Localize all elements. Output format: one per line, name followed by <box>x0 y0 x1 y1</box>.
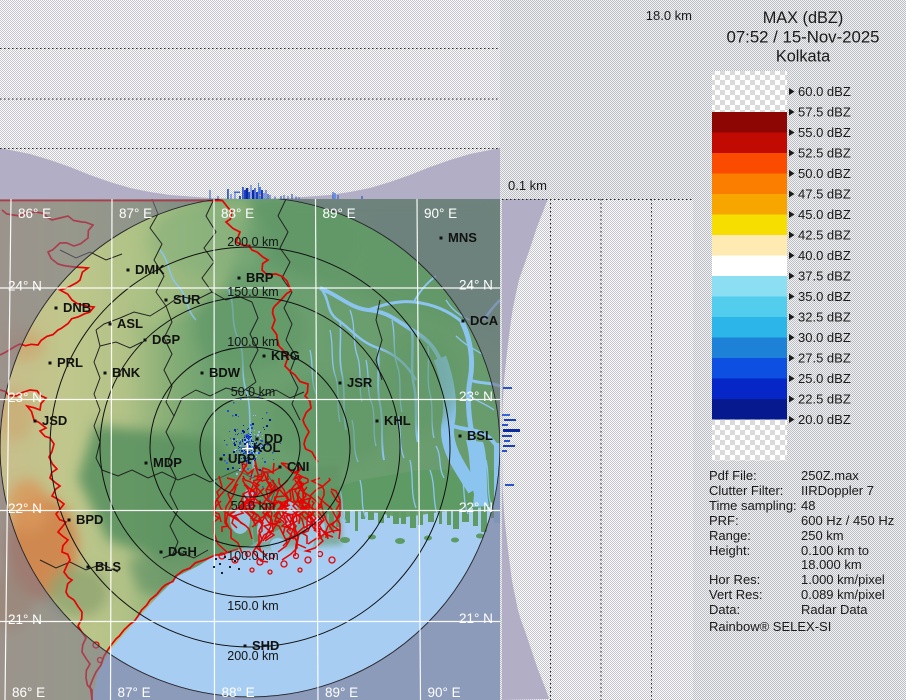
svg-text:22° N: 22° N <box>8 501 42 516</box>
svg-text:PRL: PRL <box>57 355 83 370</box>
svg-text:DMK: DMK <box>135 262 165 277</box>
svg-text:BLS: BLS <box>95 559 121 574</box>
svg-text:Hor Res:: Hor Res: <box>709 572 760 587</box>
svg-text:Pdf File:: Pdf File: <box>709 468 757 483</box>
svg-text:18.0 km: 18.0 km <box>646 8 692 23</box>
svg-text:55.0 dBZ: 55.0 dBZ <box>798 125 851 140</box>
svg-text:CNI: CNI <box>287 459 309 474</box>
svg-text:UDP: UDP <box>228 451 256 466</box>
svg-text:22.5 dBZ: 22.5 dBZ <box>798 392 851 407</box>
svg-text:86° E: 86° E <box>12 685 45 700</box>
svg-text:22° N: 22° N <box>459 500 493 515</box>
svg-text:86° E: 86° E <box>18 206 51 221</box>
svg-text:45.0 dBZ: 45.0 dBZ <box>798 207 851 222</box>
svg-text:0.1 km: 0.1 km <box>508 178 547 193</box>
svg-text:Vert Res:: Vert Res: <box>709 587 762 602</box>
svg-text:100.0 km: 100.0 km <box>227 335 278 349</box>
svg-text:BPD: BPD <box>76 512 103 527</box>
svg-text:BRP: BRP <box>246 270 274 285</box>
svg-text:Rainbow® SELEX-SI: Rainbow® SELEX-SI <box>709 619 831 634</box>
svg-text:BDW: BDW <box>209 365 241 380</box>
svg-text:Time sampling:: Time sampling: <box>709 498 797 513</box>
svg-text:21° N: 21° N <box>459 611 493 626</box>
svg-text:SHD: SHD <box>252 638 279 653</box>
svg-text:IIRDoppler 7: IIRDoppler 7 <box>801 483 874 498</box>
svg-text:BSL: BSL <box>467 428 493 443</box>
svg-text:07:52 / 15-Nov-2025: 07:52 / 15-Nov-2025 <box>727 28 880 47</box>
svg-text:23° N: 23° N <box>8 390 42 405</box>
svg-text:JSD: JSD <box>42 413 67 428</box>
svg-text:24° N: 24° N <box>459 278 493 293</box>
svg-text:89° E: 89° E <box>323 206 356 221</box>
svg-text:90° E: 90° E <box>428 685 461 700</box>
svg-text:DGH: DGH <box>168 544 197 559</box>
svg-text:250 km: 250 km <box>801 528 844 543</box>
svg-text:200.0 km: 200.0 km <box>227 235 278 249</box>
svg-text:90° E: 90° E <box>424 206 457 221</box>
svg-text:20.0 dBZ: 20.0 dBZ <box>798 412 851 427</box>
svg-text:57.5 dBZ: 57.5 dBZ <box>798 105 851 120</box>
svg-text:35.0 dBZ: 35.0 dBZ <box>798 289 851 304</box>
svg-text:40.0 dBZ: 40.0 dBZ <box>798 248 851 263</box>
svg-text:60.0 dBZ: 60.0 dBZ <box>798 84 851 99</box>
svg-text:50.0 km: 50.0 km <box>231 499 275 513</box>
svg-text:150.0 km: 150.0 km <box>227 285 278 299</box>
svg-text:ASL: ASL <box>117 316 143 331</box>
svg-text:88° E: 88° E <box>222 685 255 700</box>
svg-text:Data:: Data: <box>709 602 740 617</box>
svg-text:250Z.max: 250Z.max <box>801 468 859 483</box>
svg-text:Radar Data: Radar Data <box>801 602 868 617</box>
svg-text:JSR: JSR <box>347 375 373 390</box>
svg-text:KHL: KHL <box>384 413 411 428</box>
svg-text:21° N: 21° N <box>8 612 42 627</box>
svg-text:DGP: DGP <box>152 332 181 347</box>
svg-text:Clutter Filter:: Clutter Filter: <box>709 483 783 498</box>
svg-text:48: 48 <box>801 498 815 513</box>
svg-text:89° E: 89° E <box>325 685 358 700</box>
svg-text:52.5 dBZ: 52.5 dBZ <box>798 146 851 161</box>
svg-text:87° E: 87° E <box>119 206 152 221</box>
svg-text:MAX (dBZ): MAX (dBZ) <box>763 9 844 27</box>
svg-text:Range:: Range: <box>709 528 751 543</box>
svg-text:88° E: 88° E <box>221 206 254 221</box>
svg-text:27.5 dBZ: 27.5 dBZ <box>798 351 851 366</box>
svg-text:23° N: 23° N <box>459 389 493 404</box>
svg-text:87° E: 87° E <box>118 685 151 700</box>
svg-text:MDP: MDP <box>153 455 182 470</box>
svg-text:PRF:: PRF: <box>709 513 739 528</box>
svg-text:47.5 dBZ: 47.5 dBZ <box>798 187 851 202</box>
svg-text:30.0 dBZ: 30.0 dBZ <box>798 330 851 345</box>
svg-text:KRG: KRG <box>271 348 300 363</box>
svg-text:0.100 km to: 0.100 km to <box>801 543 869 558</box>
svg-text:600 Hz / 450 Hz: 600 Hz / 450 Hz <box>801 513 894 528</box>
svg-text:150.0 km: 150.0 km <box>227 599 278 613</box>
svg-text:DNB: DNB <box>63 300 91 315</box>
svg-text:50.0 km: 50.0 km <box>231 385 275 399</box>
svg-text:BNK: BNK <box>112 365 141 380</box>
svg-text:1.000 km/pixel: 1.000 km/pixel <box>801 572 885 587</box>
svg-text:DCA: DCA <box>470 313 499 328</box>
svg-text:KOL: KOL <box>253 440 281 455</box>
svg-text:32.5 dBZ: 32.5 dBZ <box>798 310 851 325</box>
svg-text:Kolkata: Kolkata <box>776 48 831 66</box>
svg-text:18.000 km: 18.000 km <box>801 557 862 572</box>
svg-text:37.5 dBZ: 37.5 dBZ <box>798 269 851 284</box>
svg-text:42.5 dBZ: 42.5 dBZ <box>798 228 851 243</box>
svg-text:24° N: 24° N <box>8 279 42 294</box>
svg-text:SUR: SUR <box>173 292 201 307</box>
svg-text:50.0 dBZ: 50.0 dBZ <box>798 166 851 181</box>
svg-text:MNS: MNS <box>448 230 477 245</box>
svg-text:0.089 km/pixel: 0.089 km/pixel <box>801 587 885 602</box>
svg-text:25.0 dBZ: 25.0 dBZ <box>798 371 851 386</box>
svg-text:Height:: Height: <box>709 543 750 558</box>
